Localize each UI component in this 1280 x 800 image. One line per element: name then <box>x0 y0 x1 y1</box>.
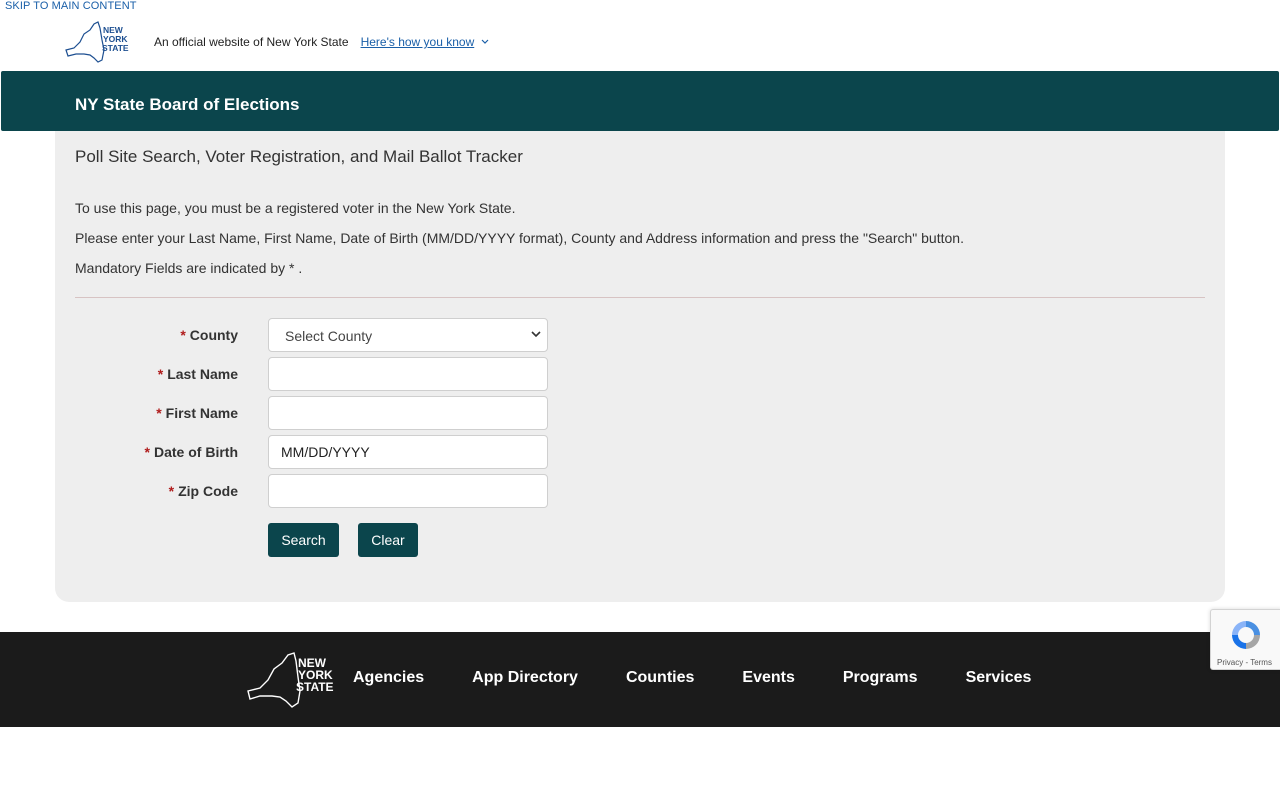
intro-text-instructions: Please enter your Last Name, First Name,… <box>75 230 964 246</box>
footer-link-app-directory[interactable]: App Directory <box>472 669 578 687</box>
dob-label: * Date of Birth <box>144 444 238 460</box>
required-mark: * <box>168 483 175 499</box>
footer-link-programs[interactable]: Programs <box>843 669 918 687</box>
clear-button[interactable]: Clear <box>358 523 418 557</box>
required-mark: * <box>156 405 162 421</box>
footer-link-services[interactable]: Services <box>966 669 1032 687</box>
zip-input[interactable] <box>268 474 548 508</box>
skip-to-main-content-link[interactable]: SKIP TO MAIN CONTENT <box>5 0 137 12</box>
divider <box>75 297 1205 298</box>
footer-link-agencies[interactable]: Agencies <box>353 669 424 687</box>
ny-state-logo-icon[interactable]: NEW YORK STATE <box>64 20 132 64</box>
dob-input[interactable] <box>268 435 548 469</box>
required-mark: * <box>144 444 150 460</box>
ny-state-footer-logo-icon[interactable]: NEW YORK STATE <box>246 651 338 709</box>
zip-row: * Zip Code <box>55 474 655 508</box>
how-you-know-link[interactable]: Here's how you know <box>361 35 475 49</box>
county-select-value: Select County <box>285 328 373 344</box>
agency-title: NY State Board of Elections <box>75 95 300 114</box>
first-name-row: * First Name <box>55 396 655 430</box>
first-name-input[interactable] <box>268 396 548 430</box>
footer-link-events[interactable]: Events <box>742 669 794 687</box>
universal-nav: NEW YORK STATE An official website of Ne… <box>64 20 489 64</box>
last-name-row: * Last Name <box>55 357 655 391</box>
recaptcha-icon <box>1232 621 1260 649</box>
first-name-label: * First Name <box>156 405 238 421</box>
page-title: Poll Site Search, Voter Registration, an… <box>75 147 523 166</box>
footer-nav: Agencies App Directory Counties Events P… <box>353 669 1079 687</box>
recaptcha-privacy-terms-links[interactable]: Privacy - Terms <box>1217 658 1272 667</box>
required-mark: * <box>180 327 186 343</box>
dob-row: * Date of Birth <box>55 435 655 469</box>
last-name-input[interactable] <box>268 357 548 391</box>
footer-link-counties[interactable]: Counties <box>626 669 694 687</box>
county-label: * County <box>180 327 238 343</box>
footer-logo-text-state: STATE <box>296 680 334 694</box>
intro-text-registered: To use this page, you must be a register… <box>75 200 516 216</box>
main-content-panel: Poll Site Search, Voter Registration, an… <box>55 131 1225 602</box>
last-name-label: * Last Name <box>157 366 238 382</box>
search-button[interactable]: Search <box>268 523 339 557</box>
county-select[interactable]: Select County <box>268 318 548 352</box>
county-row: * County Select County <box>55 318 655 352</box>
chevron-down-icon <box>531 331 541 338</box>
official-website-text: An official website of New York State <box>154 35 349 49</box>
footer: NEW YORK STATE Agencies App Directory Co… <box>0 632 1280 727</box>
zip-label: * Zip Code <box>168 483 238 499</box>
recaptcha-badge[interactable]: Privacy - Terms <box>1210 609 1280 670</box>
chevron-down-icon[interactable] <box>481 39 489 45</box>
intro-text-mandatory: Mandatory Fields are indicated by * . <box>75 260 303 276</box>
agency-header: NY State Board of Elections <box>1 71 1279 131</box>
required-mark: * <box>157 366 164 382</box>
logo-text-state: STATE <box>102 43 129 53</box>
